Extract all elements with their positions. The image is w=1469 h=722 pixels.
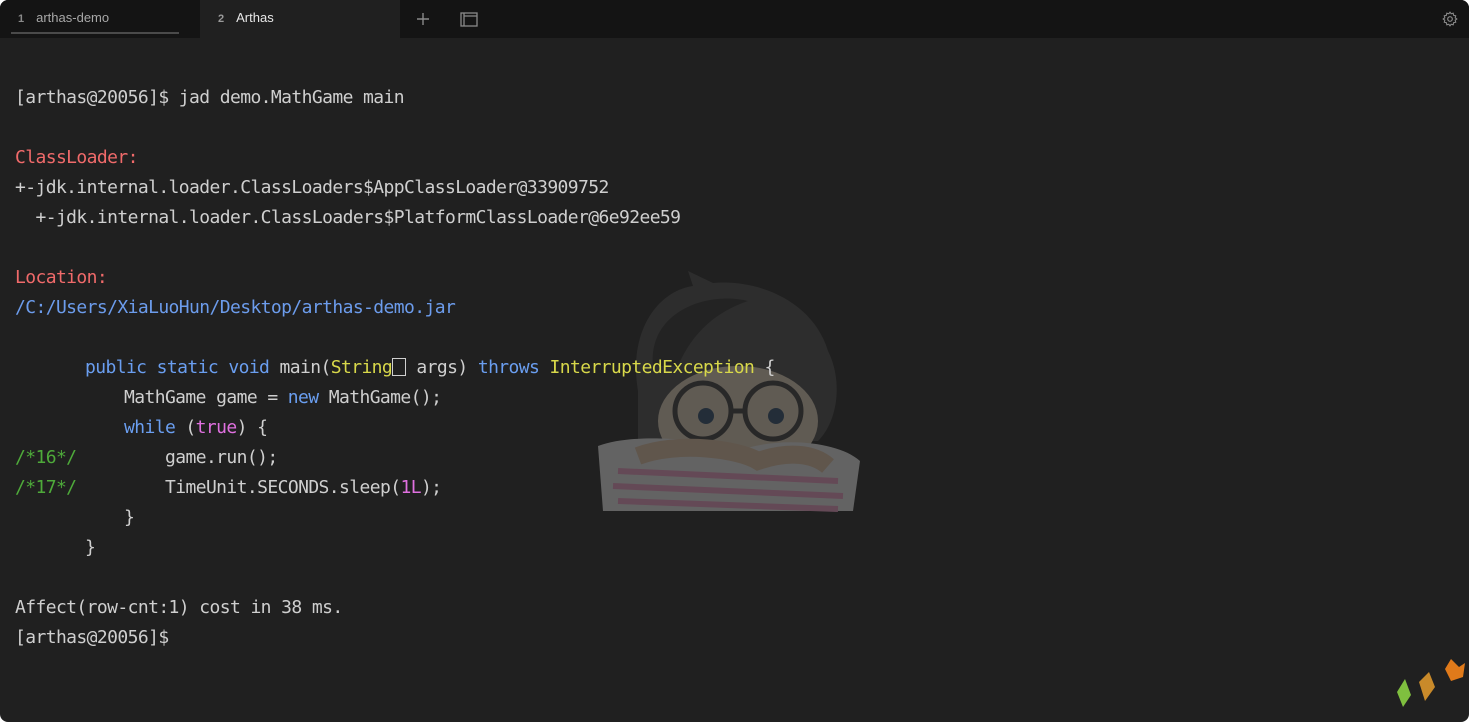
sleep-arg: 1L (400, 477, 421, 498)
keyword-static: static (156, 357, 219, 378)
new-window-button[interactable] (459, 9, 479, 29)
terminal-output[interactable]: [arthas@20056]$ jad demo.MathGame main C… (0, 38, 1469, 722)
tab-label: Arthas (236, 10, 274, 25)
prompt-line: [arthas@20056]$ (15, 627, 169, 648)
conan-mascot-watermark (598, 271, 860, 512)
tab-number: 2 (218, 13, 225, 25)
sleep-end: ); (420, 477, 442, 498)
paren-open: ( (175, 417, 196, 438)
command-line: [arthas@20056]$ jad demo.MathGame main (15, 87, 405, 108)
code-outer-close: } (85, 537, 96, 558)
array-bracket-glyph (392, 358, 407, 376)
code-sleep: TimeUnit.SECONDS.sleep(1L); (165, 473, 442, 503)
keyword-void: void (228, 357, 270, 378)
keyword-while: while (124, 417, 176, 438)
settings-button[interactable] (1440, 9, 1460, 29)
mathgame-decl: MathGame game = (124, 387, 288, 408)
tab-arthas[interactable]: 2 Arthas (200, 0, 400, 38)
location-path: /C:/Users/XiaLuoHun/Desktop/arthas-demo.… (15, 297, 456, 318)
location-header: Location: (15, 267, 108, 288)
tab-label: arthas-demo (36, 10, 110, 25)
tab-arthas-demo[interactable]: 1 arthas-demo (0, 0, 190, 38)
tab-underline (11, 32, 179, 34)
plus-icon (417, 13, 429, 25)
code-game-run: game.run(); (165, 447, 278, 468)
code-main-signature: public static void main(String args) thr… (85, 353, 775, 383)
classloader-platform: +-jdk.internal.loader.ClassLoaders$Platf… (15, 207, 681, 228)
code-inner-close: } (124, 507, 135, 528)
method-main: main( (279, 357, 332, 378)
line-marker-16: /*16*/ (15, 447, 77, 468)
type-exception: InterruptedException (549, 357, 755, 378)
classloader-app: +-jdk.internal.loader.ClassLoaders$AppCl… (15, 177, 609, 198)
mathgame-ctor: MathGame(); (318, 387, 442, 408)
new-tab-button[interactable] (413, 9, 433, 29)
affect-line: Affect(row-cnt:1) cost in 38 ms. (15, 597, 343, 618)
brace-open: { (754, 357, 775, 378)
type-string: String (330, 357, 393, 378)
gear-icon (1442, 11, 1458, 27)
param-args: args) (406, 357, 478, 378)
tab-number: 1 (18, 13, 25, 25)
line-marker-17: /*17*/ (15, 477, 77, 498)
keyword-public: public (85, 357, 147, 378)
literal-true: true (195, 417, 238, 438)
code-mathgame-decl: MathGame game = new MathGame(); (124, 383, 442, 413)
sleep-call: TimeUnit.SECONDS.sleep( (165, 477, 401, 498)
terminal-window: 1 arthas-demo 2 Arthas [arthas@20056]$ j… (0, 0, 1469, 722)
fish-decoration-icon (1397, 659, 1465, 707)
tab-bar: 1 arthas-demo 2 Arthas (0, 0, 1469, 38)
keyword-new: new (287, 387, 319, 408)
window-icon (460, 12, 478, 27)
paren-close: ) { (236, 417, 268, 438)
classloader-header: ClassLoader: (15, 147, 138, 168)
code-while-loop: while (true) { (124, 413, 268, 443)
keyword-throws: throws (477, 357, 540, 378)
